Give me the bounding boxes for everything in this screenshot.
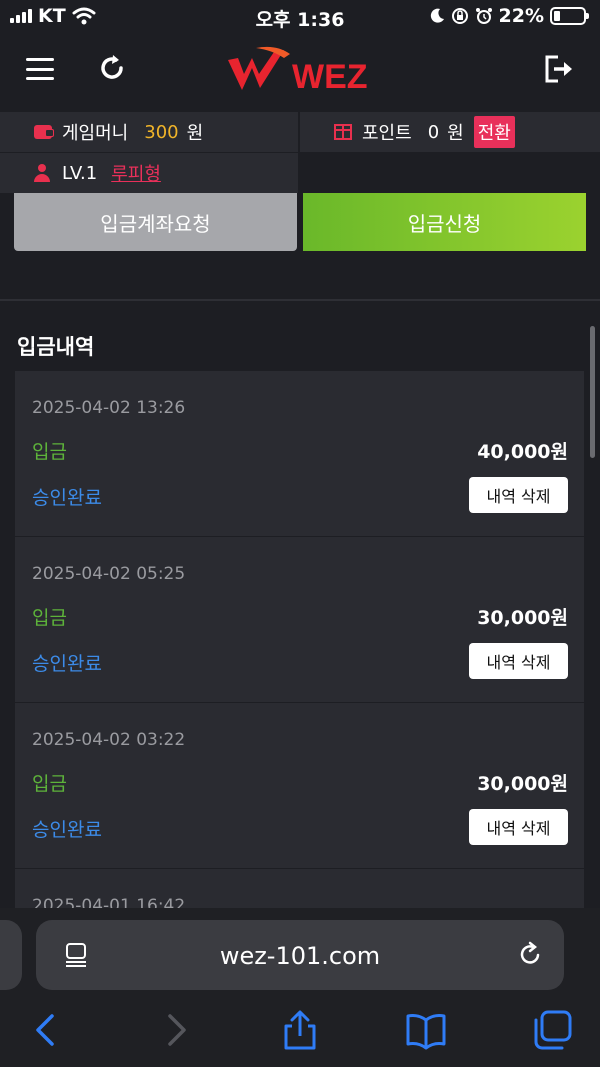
- item-date: 2025-04-02 05:25: [32, 564, 186, 584]
- convert-button[interactable]: 전환: [473, 116, 515, 148]
- point-value: 0: [427, 121, 440, 143]
- user-level: LV.1: [62, 162, 98, 184]
- status-bar: KT 오후 1:36 22%: [0, 0, 600, 34]
- game-money-value: 300: [144, 121, 179, 143]
- section-divider: [0, 299, 600, 301]
- page-scrollbar[interactable]: [590, 326, 595, 458]
- deposit-history-list: 2025-04-02 13:26 입금 40,000원 승인완료 내역 삭제 2…: [15, 371, 584, 909]
- delete-history-button[interactable]: 내역 삭제: [469, 477, 568, 513]
- point-unit: 원: [447, 123, 464, 144]
- deposit-actions: 입금계좌요청 입금신청: [0, 193, 600, 251]
- item-status: 승인완료: [32, 487, 102, 509]
- address-bar[interactable]: wez-101.com: [36, 920, 564, 990]
- user-balance-row: 게임머니 300 원 포인트 0 원 전환: [0, 112, 600, 152]
- logo-text: WEZ: [292, 58, 368, 96]
- item-status: 승인완료: [32, 653, 102, 675]
- rotation-lock-icon: [451, 8, 468, 24]
- list-item: 2025-04-01 16:42: [15, 869, 584, 909]
- moon-icon: [430, 8, 444, 23]
- wez-logo[interactable]: WEZ: [226, 44, 376, 96]
- list-item: 2025-04-02 13:26 입금 40,000원 승인완료 내역 삭제: [15, 371, 584, 537]
- user-level-name[interactable]: 루피형: [111, 160, 161, 186]
- account-request-button[interactable]: 입금계좌요청: [14, 193, 297, 251]
- point-label: 포인트: [362, 123, 412, 144]
- item-type: 입금: [32, 607, 67, 629]
- back-icon[interactable]: [24, 1008, 68, 1052]
- item-amount: 40,000원: [477, 441, 568, 463]
- battery-icon: [550, 7, 589, 25]
- item-date: 2025-04-02 03:22: [32, 730, 186, 750]
- delete-history-button[interactable]: 내역 삭제: [469, 643, 568, 679]
- status-right: 22%: [429, 5, 589, 27]
- item-amount: 30,000원: [477, 607, 568, 629]
- delete-history-button[interactable]: 내역 삭제: [469, 809, 568, 845]
- app-header: WEZ: [0, 34, 600, 112]
- reload-icon[interactable]: [516, 940, 544, 968]
- item-type: 입금: [32, 773, 67, 795]
- item-status: 승인완료: [32, 819, 102, 841]
- alarm-icon: [475, 8, 492, 24]
- game-money-unit: 원: [186, 123, 204, 144]
- item-date: 2025-04-02 13:26: [32, 398, 186, 418]
- game-money-cell: 게임머니 300 원: [0, 112, 298, 152]
- list-item: 2025-04-02 03:22 입금 30,000원 승인완료 내역 삭제: [15, 703, 584, 869]
- previous-tab-peek[interactable]: [0, 920, 22, 990]
- item-type: 입금: [32, 441, 67, 463]
- hamburger-menu-icon[interactable]: [26, 58, 54, 80]
- browser-bottom-bar: wez-101.com: [0, 908, 600, 1067]
- url-text[interactable]: wez-101.com: [36, 942, 564, 970]
- user-level-row: LV.1 루피형: [0, 153, 298, 193]
- battery-percent: 22%: [498, 5, 544, 27]
- point-cell: 포인트 0 원 전환: [300, 112, 600, 152]
- forward-icon[interactable]: [154, 1008, 198, 1052]
- list-item: 2025-04-02 05:25 입금 30,000원 승인완료 내역 삭제: [15, 537, 584, 703]
- gift-icon: [334, 124, 352, 140]
- deposit-request-button[interactable]: 입금신청: [303, 193, 586, 251]
- game-money-label: 게임머니: [62, 123, 129, 144]
- browser-toolbar: [0, 1008, 600, 1058]
- item-amount: 30,000원: [477, 773, 568, 795]
- user-icon: [34, 164, 50, 182]
- wallet-icon: [34, 125, 54, 139]
- bookmarks-icon[interactable]: [404, 1008, 448, 1052]
- history-title: 입금내역: [17, 335, 95, 359]
- refresh-icon[interactable]: [96, 52, 128, 84]
- tabs-icon[interactable]: [530, 1008, 574, 1052]
- logout-icon[interactable]: [542, 54, 576, 84]
- share-icon[interactable]: [278, 1008, 322, 1052]
